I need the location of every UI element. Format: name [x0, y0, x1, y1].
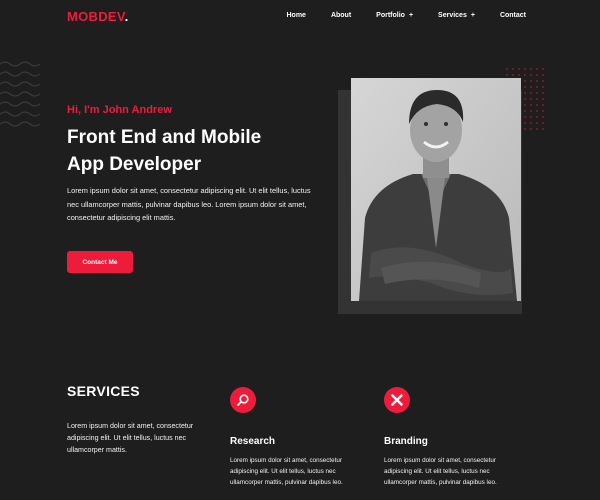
- nav-contact-label: Contact: [499, 12, 526, 19]
- service-title-research: Research: [230, 436, 276, 447]
- services-description: Lorem ipsum dolor sit amet, consectetur …: [67, 422, 194, 454]
- pencil-ruler-icon: [384, 387, 410, 413]
- person-portrait-illustration: [351, 78, 521, 301]
- hero-greeting: Hi, I'm John Andrew: [67, 104, 172, 116]
- service-title-branding: Branding: [384, 436, 428, 447]
- magnifier-icon: [230, 387, 256, 413]
- logo-dot: .: [124, 9, 129, 24]
- contact-me-button[interactable]: Contact Me: [67, 251, 133, 273]
- nav-home-label: Home: [286, 12, 306, 19]
- nav-contact[interactable]: Contact: [500, 12, 526, 19]
- service-description-branding: Lorem ipsum dolor sit amet, consectetur …: [384, 457, 497, 486]
- logo-text: MOBDEV: [67, 9, 125, 24]
- nav-about-label: About: [330, 12, 352, 19]
- plus-icon: +: [470, 12, 475, 19]
- service-description-research: Lorem ipsum dolor sit amet, consectetur …: [230, 457, 343, 486]
- hero-intro: Lorem ipsum dolor sit amet, consectetur …: [67, 186, 311, 222]
- main-nav: Home About Portfolio + Services + Contact: [261, 12, 526, 19]
- profile-photo: [351, 78, 521, 301]
- nav-services[interactable]: Services +: [438, 12, 475, 19]
- headline-line-2: App Developer: [67, 154, 202, 175]
- wave-lines-decoration: [0, 61, 40, 127]
- nav-portfolio-label: Portfolio: [376, 12, 405, 19]
- nav-home[interactable]: Home: [286, 12, 305, 19]
- plus-icon: +: [408, 12, 414, 19]
- nav-portfolio[interactable]: Portfolio +: [376, 12, 413, 19]
- headline-line-1: Front End and Mobile: [67, 127, 262, 148]
- services-title: SERVICES: [67, 383, 140, 399]
- nav-services-label: Services: [438, 12, 467, 19]
- logo[interactable]: MOBDEV.: [67, 9, 129, 24]
- nav-about[interactable]: About: [331, 12, 351, 19]
- hero-headline: Front End and Mobile App Developer: [67, 124, 347, 178]
